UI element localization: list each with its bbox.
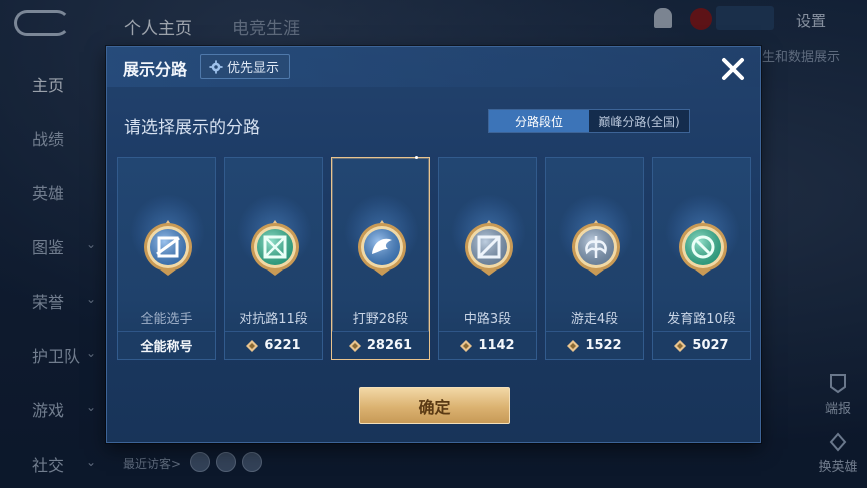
lane-card[interactable]: 中路3段 1142 [438,157,537,360]
score-value: 1522 [585,338,622,353]
lane-card[interactable]: 全能选手 全能称号 [117,157,216,360]
score-value: 1142 [478,338,515,353]
score-value: 28261 [366,338,413,353]
gear-icon [209,59,223,74]
farm-lane-emblem [676,218,730,278]
close-button[interactable] [719,55,747,83]
lane-card[interactable]: 发育路10段 5027 [652,157,751,360]
lane-cards: 全能选手 全能称号 对抗路11段 6221 打野28段 28261 中路3段 1142 游走4段… [117,156,752,360]
score-bar: 5027 [653,331,750,359]
lane-display-dialog: 展示分路 优先显示 请选择展示的分路 分路段位 巅峰分路(全国) 全能选手全能称号… [106,46,761,443]
priority-display-label: 优先显示 [227,61,280,76]
selected-marker [415,156,418,159]
lane-card[interactable]: 游走4段 1522 [545,157,644,360]
score-bar: 全能称号 [118,331,215,359]
rank-label: 发育路10段 [667,312,736,327]
rank-label: 打野28段 [352,312,409,327]
allround-emblem [141,218,195,278]
jungle-emblem [355,218,409,278]
lane-card[interactable]: 对抗路11段 6221 [224,157,323,360]
rank-points-icon [348,339,361,352]
dialog-subtitle: 请选择展示的分路 [124,118,260,138]
dialog-header: 展示分路 优先显示 [107,47,760,87]
rank-points-icon [567,339,580,352]
score-value: 6221 [264,338,301,353]
rank-label: 对抗路11段 [239,312,308,327]
rank-label: 游走4段 [570,312,619,327]
score-bar: 1522 [546,331,643,359]
rank-points-icon [460,339,473,352]
rank-points-icon [674,339,687,352]
rank-label: 全能选手 [140,312,193,327]
priority-display-button[interactable]: 优先显示 [200,54,290,79]
score-bar: 6221 [225,331,322,359]
confirm-button[interactable]: 确定 [359,387,510,424]
score-value: 5027 [692,338,729,353]
lane-card[interactable]: 打野28段 28261 [331,156,430,360]
score-bar: 1142 [439,331,536,359]
score-bar: 28261 [332,331,429,359]
tab-peak-lane[interactable]: 巅峰分路(全国) [589,110,689,132]
score-value: 全能称号 [140,340,193,355]
mid-lane-emblem [462,218,516,278]
clash-lane-emblem [248,218,302,278]
rank-points-icon [246,339,259,352]
rank-label: 中路3段 [463,312,512,327]
tab-lane-rank[interactable]: 分路段位 [489,110,589,132]
lane-type-toggle: 分路段位 巅峰分路(全国) [488,109,690,133]
close-icon [722,58,744,80]
roam-emblem [569,218,623,278]
dialog-title: 展示分路 [123,60,188,79]
